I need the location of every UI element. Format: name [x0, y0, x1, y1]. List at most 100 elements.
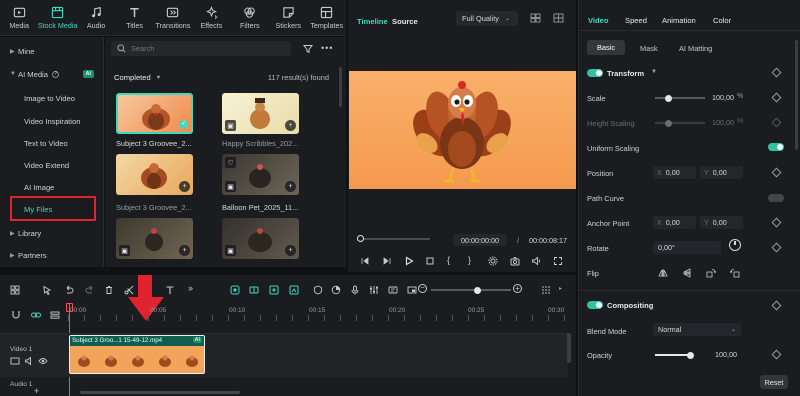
- subtab-ai-matting[interactable]: AI Matting: [679, 44, 712, 53]
- sidebar-item-video-inspiration[interactable]: Video Inspiration: [0, 115, 104, 127]
- reset-button[interactable]: Reset: [760, 375, 788, 389]
- media-item[interactable]: ▣ +: [116, 218, 193, 259]
- media-item[interactable]: ♡ ▣ +: [222, 154, 299, 195]
- rotate-field[interactable]: 0,00°: [653, 241, 721, 254]
- zoom-slider-knob[interactable]: [474, 286, 481, 294]
- volume-icon[interactable]: [24, 356, 34, 366]
- layout-grid-icon[interactable]: [10, 285, 20, 295]
- sidebar-item-video-extend[interactable]: Video Extend: [0, 159, 104, 171]
- snapshot-view-icon[interactable]: [553, 13, 564, 23]
- path-curve-toggle[interactable]: [768, 194, 784, 202]
- scale-slider-knob[interactable]: [665, 94, 672, 102]
- add-icon[interactable]: +: [285, 181, 296, 192]
- fullscreen-icon[interactable]: [553, 256, 563, 266]
- sort-dropdown[interactable]: Completed ▼: [114, 73, 161, 82]
- help-icon[interactable]: ?: [51, 70, 59, 78]
- track-settings-icon[interactable]: [50, 310, 60, 320]
- play-icon[interactable]: [404, 256, 414, 266]
- link-icon[interactable]: [31, 310, 41, 320]
- tab-filters[interactable]: Filters: [231, 0, 269, 35]
- mark-out-icon[interactable]: }: [468, 255, 471, 265]
- scale-value[interactable]: 100,00: [712, 93, 734, 102]
- sidebar-item-ai-image[interactable]: AI Image: [0, 181, 104, 193]
- tab-animation[interactable]: Animation: [662, 16, 696, 25]
- audio-mixer-icon[interactable]: [369, 285, 379, 295]
- tab-titles[interactable]: Titles: [115, 0, 153, 35]
- zoom-out-icon[interactable]: −: [418, 284, 427, 293]
- zoom-in-icon[interactable]: +: [513, 284, 522, 293]
- add-track-icon[interactable]: +: [34, 386, 39, 396]
- playhead-scrubber[interactable]: [357, 235, 430, 242]
- keyframe-icon[interactable]: [771, 167, 782, 178]
- tab-stock-media[interactable]: Stock Media: [38, 0, 77, 35]
- add-icon[interactable]: +: [179, 245, 190, 256]
- opacity-slider-knob[interactable]: [687, 351, 694, 359]
- render-icon[interactable]: [331, 285, 341, 295]
- add-icon[interactable]: +: [285, 120, 296, 131]
- volume-icon[interactable]: [531, 256, 541, 266]
- stop-icon[interactable]: [425, 256, 435, 266]
- search-bar[interactable]: [111, 41, 291, 56]
- subtab-mask[interactable]: Mask: [640, 44, 658, 53]
- current-time[interactable]: 00:00:00:00: [453, 234, 507, 246]
- keyframe-icon[interactable]: [771, 242, 782, 253]
- search-input[interactable]: [131, 44, 271, 53]
- keyframe-icon[interactable]: [771, 349, 782, 360]
- position-y-field[interactable]: Y 0,00: [700, 166, 743, 179]
- opacity-value[interactable]: 100,00: [715, 350, 737, 359]
- more-icon[interactable]: ▸: [559, 285, 562, 292]
- tab-templates[interactable]: Templates: [308, 0, 346, 35]
- video-clip[interactable]: Subject 3 Groo...1 15-49-12.mp4 AI: [69, 335, 205, 374]
- anchor-y-field[interactable]: Y 0,00: [700, 216, 743, 229]
- previous-frame-icon[interactable]: [360, 256, 370, 266]
- tab-media[interactable]: Media: [0, 0, 38, 35]
- anchor-x-field[interactable]: X 0,00: [653, 216, 696, 229]
- transform-toggle[interactable]: [587, 69, 603, 77]
- keyframe-icon[interactable]: [771, 217, 782, 228]
- keyframe-icon[interactable]: [771, 300, 782, 311]
- quality-dropdown[interactable]: Full Quality ⌄: [456, 11, 518, 26]
- properties-scrollbar[interactable]: [795, 40, 798, 150]
- undo-icon[interactable]: [64, 285, 74, 295]
- tab-speed[interactable]: Speed: [625, 16, 647, 25]
- tab-transitions[interactable]: Transitions: [154, 0, 192, 35]
- media-item[interactable]: ▣ +: [222, 93, 299, 134]
- media-scrollbar[interactable]: [339, 67, 342, 107]
- tab-timeline[interactable]: Timeline: [357, 17, 388, 26]
- grid-view-icon[interactable]: [530, 13, 541, 23]
- sidebar-item-library[interactable]: ▶ Library: [0, 227, 104, 239]
- sidebar-item-image-to-video[interactable]: Image to Video: [0, 92, 104, 104]
- camera-icon[interactable]: [510, 256, 520, 266]
- tab-audio[interactable]: Audio: [77, 0, 115, 35]
- zoom-slider[interactable]: [431, 286, 511, 294]
- ai-cut-icon[interactable]: [249, 285, 259, 295]
- chevron-down-icon[interactable]: ▼: [651, 69, 657, 75]
- text-tool-icon[interactable]: [165, 285, 175, 295]
- microphone-icon[interactable]: [350, 285, 360, 295]
- subtab-basic[interactable]: Basic: [587, 40, 625, 55]
- redo-icon[interactable]: [85, 285, 95, 295]
- rotate-left-icon[interactable]: [730, 268, 740, 278]
- media-item[interactable]: ✓: [116, 93, 193, 134]
- add-icon[interactable]: +: [285, 245, 296, 256]
- filter-icon[interactable]: [303, 44, 313, 54]
- more-options-icon[interactable]: •••: [321, 43, 333, 53]
- picture-in-picture-icon[interactable]: [407, 285, 417, 295]
- keyframe-icon[interactable]: [771, 67, 782, 78]
- settings-icon[interactable]: [488, 256, 498, 266]
- scale-slider[interactable]: [655, 94, 705, 102]
- magnet-icon[interactable]: [11, 310, 21, 320]
- keyframe-icon[interactable]: [771, 92, 782, 103]
- grid-layout-icon[interactable]: [541, 285, 551, 295]
- mark-in-icon[interactable]: {: [447, 255, 450, 265]
- media-item[interactable]: +: [116, 154, 193, 195]
- tab-effects[interactable]: Effects: [192, 0, 230, 35]
- timeline-scrollbar[interactable]: [80, 391, 240, 394]
- shield-icon[interactable]: [313, 285, 323, 295]
- eye-icon[interactable]: [38, 356, 48, 366]
- flip-vertical-icon[interactable]: [682, 268, 692, 278]
- select-tool-icon[interactable]: [42, 285, 52, 295]
- tab-video[interactable]: Video: [588, 16, 609, 25]
- add-icon[interactable]: +: [179, 181, 190, 192]
- media-item[interactable]: ▣ +: [222, 218, 299, 259]
